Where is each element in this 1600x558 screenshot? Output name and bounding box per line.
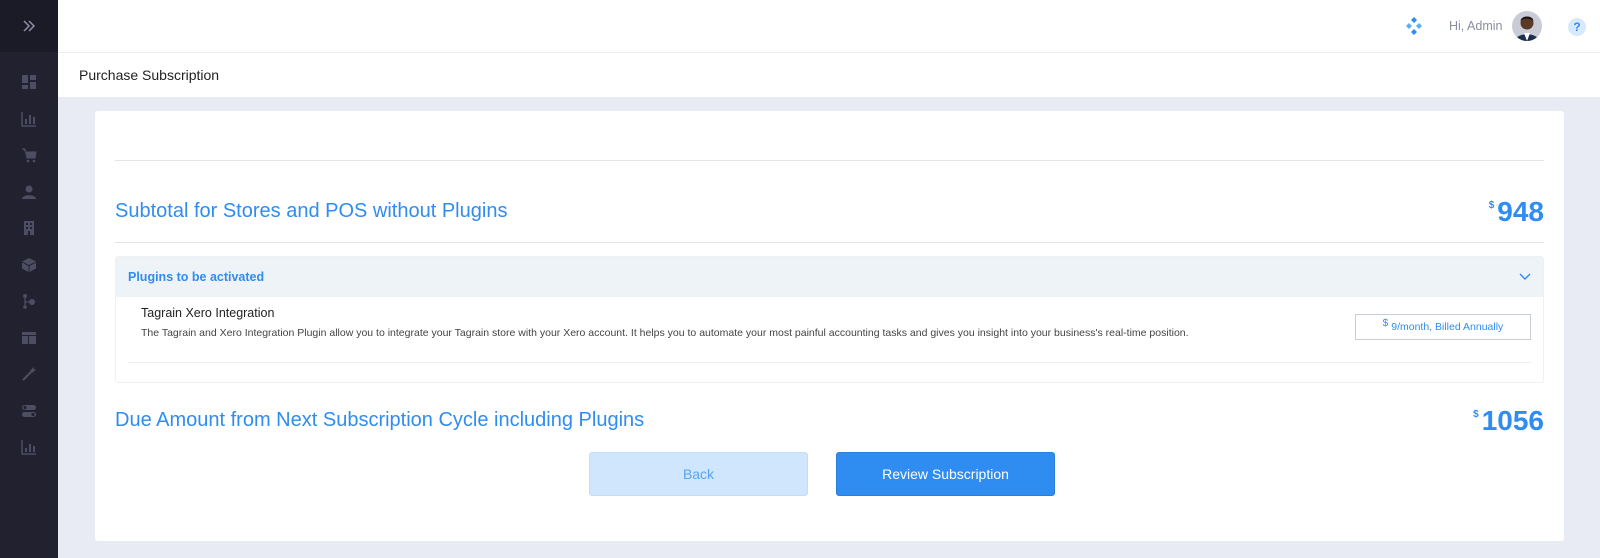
back-button[interactable]: Back	[589, 452, 808, 496]
plugin-description: The Tagrain and Xero Integration Plugin …	[141, 327, 1189, 339]
plugins-accordion-header[interactable]: Plugins to be activated	[116, 257, 1543, 297]
sidebar-toggle-button[interactable]	[0, 0, 58, 52]
subtotal-value: 948	[1497, 196, 1544, 227]
toggle-icon	[22, 404, 36, 417]
due-amount: $ 1056	[1473, 406, 1544, 436]
box-icon	[22, 257, 36, 272]
sidebar-item-layout[interactable]	[0, 320, 58, 357]
due-amount-value: 1056	[1481, 405, 1544, 436]
sidebar	[0, 0, 58, 558]
plugin-price: 9/month, Billed Annually	[1391, 321, 1504, 333]
chevron-down-icon[interactable]	[1519, 273, 1531, 281]
subtotal-label: Subtotal for Stores and POS without Plug…	[115, 200, 508, 222]
currency-symbol: $	[1488, 200, 1495, 211]
sidebar-item-reports[interactable]	[0, 101, 58, 138]
review-subscription-button[interactable]: Review Subscription	[836, 452, 1055, 496]
divider	[115, 160, 1544, 161]
table-icon	[22, 331, 36, 344]
avatar[interactable]	[1512, 11, 1542, 41]
sidebar-item-settings[interactable]	[0, 393, 58, 430]
cart-icon	[22, 148, 37, 163]
currency-symbol: $	[1473, 409, 1479, 420]
help-icon[interactable]: ?	[1568, 18, 1586, 36]
analytics-icon	[21, 440, 36, 455]
sidebar-item-marketing[interactable]	[0, 356, 58, 393]
sidebar-item-dashboard[interactable]	[0, 64, 58, 101]
page-title: Purchase Subscription	[79, 67, 220, 83]
user-icon	[22, 185, 36, 199]
double-chevron-right-icon	[23, 20, 36, 32]
sidebar-item-stores[interactable]	[0, 210, 58, 247]
plugins-accordion: Plugins to be activated Tagrain Xero Int…	[115, 256, 1544, 383]
list-item: Tagrain Xero Integration The Tagrain and…	[128, 297, 1531, 363]
bar-chart-icon	[21, 111, 36, 127]
plugins-accordion-title: Plugins to be activated	[128, 270, 265, 284]
sidebar-item-analytics[interactable]	[0, 429, 58, 466]
subtotal-amount: $ 948	[1489, 197, 1544, 227]
plugin-price-badge: $ 9/month, Billed Annually	[1355, 314, 1531, 340]
plugin-name: Tagrain Xero Integration	[141, 306, 275, 320]
divider	[115, 242, 1544, 243]
sidebar-item-orders[interactable]	[0, 137, 58, 174]
magic-wand-icon	[22, 367, 36, 382]
subscription-summary-card: Subtotal for Stores and POS without Plug…	[95, 111, 1564, 541]
sidebar-item-workflow[interactable]	[0, 283, 58, 320]
currency-symbol: $	[1382, 318, 1389, 329]
app-switcher-icon[interactable]	[1406, 17, 1422, 40]
top-bar: Hi, Admin ?	[58, 0, 1600, 53]
dashboard-icon	[22, 75, 36, 90]
sidebar-item-customers[interactable]	[0, 174, 58, 211]
page-header: Purchase Subscription	[58, 53, 1600, 97]
user-greeting: Hi, Admin	[1449, 19, 1503, 33]
sidebar-item-products[interactable]	[0, 247, 58, 284]
workflow-icon	[23, 294, 35, 310]
due-amount-label: Due Amount from Next Subscription Cycle …	[115, 409, 645, 431]
building-icon	[24, 221, 34, 236]
